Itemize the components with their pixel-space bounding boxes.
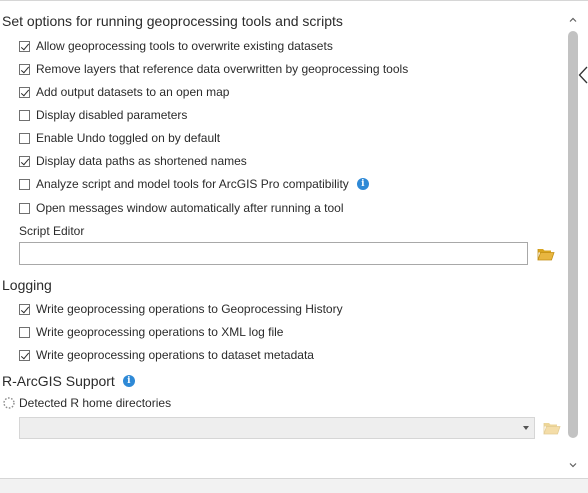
analyze-compat-checkbox[interactable] <box>19 178 30 190</box>
r-home-dropdown[interactable] <box>19 417 535 439</box>
checkbox-row-analyze-compat[interactable]: Analyze script and model tools for ArcGI… <box>19 175 369 193</box>
bottom-status-bar <box>0 478 588 493</box>
info-icon[interactable]: i <box>122 375 135 387</box>
gp-history-checkbox[interactable] <box>19 303 30 315</box>
overwrite-checkbox[interactable] <box>19 40 30 52</box>
disabled-params-label: Display disabled parameters <box>36 108 188 122</box>
enable-undo-checkbox[interactable] <box>19 132 30 144</box>
dataset-metadata-checkbox[interactable] <box>19 349 30 361</box>
shortened-names-label: Display data paths as shortened names <box>36 154 247 168</box>
overwrite-label: Allow geoprocessing tools to overwrite e… <box>36 39 333 53</box>
add-output-label: Add output datasets to an open map <box>36 85 230 99</box>
geoprocessing-options-panel: Set options for running geoprocessing to… <box>0 0 566 478</box>
loading-spinner-icon <box>3 396 15 409</box>
disabled-params-checkbox[interactable] <box>19 109 30 121</box>
remove-layers-checkbox[interactable] <box>19 63 30 75</box>
checkbox-row-remove-layers[interactable]: Remove layers that reference data overwr… <box>19 60 408 78</box>
folder-open-icon[interactable] <box>543 420 561 436</box>
analyze-compat-label: Analyze script and model tools for ArcGI… <box>36 177 349 191</box>
detected-r-home-label: Detected R home directories <box>19 396 172 410</box>
add-output-checkbox[interactable] <box>19 86 30 98</box>
info-icon[interactable]: i <box>356 178 369 190</box>
xml-log-checkbox[interactable] <box>19 326 30 338</box>
xml-log-label: Write geoprocessing operations to XML lo… <box>36 325 284 339</box>
script-editor-input[interactable] <box>19 242 528 265</box>
scroll-down-arrow-icon[interactable] <box>569 456 577 468</box>
checkbox-row-disabled-params[interactable]: Display disabled parameters <box>19 106 187 124</box>
scroll-thumb[interactable] <box>568 31 578 438</box>
remove-layers-label: Remove layers that reference data overwr… <box>36 62 409 76</box>
script-editor-label: Script Editor <box>19 224 85 238</box>
r-support-title: R-ArcGIS Support <box>2 373 115 389</box>
checkbox-row-overwrite[interactable]: Allow geoprocessing tools to overwrite e… <box>19 37 333 55</box>
checkbox-row-xml-log[interactable]: Write geoprocessing operations to XML lo… <box>19 323 283 341</box>
checkbox-row-open-messages[interactable]: Open messages window automatically after… <box>19 199 344 217</box>
checkbox-row-enable-undo[interactable]: Enable Undo toggled on by default <box>19 129 220 147</box>
chevron-left-icon[interactable] <box>578 66 588 84</box>
folder-open-icon[interactable] <box>537 246 555 262</box>
checkbox-row-add-output[interactable]: Add output datasets to an open map <box>19 83 229 101</box>
run-options-heading: Set options for running geoprocessing to… <box>2 13 343 29</box>
shortened-names-checkbox[interactable] <box>19 155 30 167</box>
checkbox-row-dataset-metadata[interactable]: Write geoprocessing operations to datase… <box>19 346 314 364</box>
chevron-down-icon[interactable] <box>523 426 529 430</box>
gp-history-label: Write geoprocessing operations to Geopro… <box>36 302 343 316</box>
open-messages-checkbox[interactable] <box>19 202 30 214</box>
enable-undo-label: Enable Undo toggled on by default <box>36 131 221 145</box>
r-support-heading: R-ArcGIS Support i <box>2 373 135 389</box>
open-messages-label: Open messages window automatically after… <box>36 201 344 215</box>
checkbox-row-gp-history[interactable]: Write geoprocessing operations to Geopro… <box>19 300 343 318</box>
scroll-up-arrow-icon[interactable] <box>569 11 577 22</box>
checkbox-row-shortened-names[interactable]: Display data paths as shortened names <box>19 152 247 170</box>
dataset-metadata-label: Write geoprocessing operations to datase… <box>36 348 314 362</box>
logging-heading: Logging <box>2 277 52 293</box>
